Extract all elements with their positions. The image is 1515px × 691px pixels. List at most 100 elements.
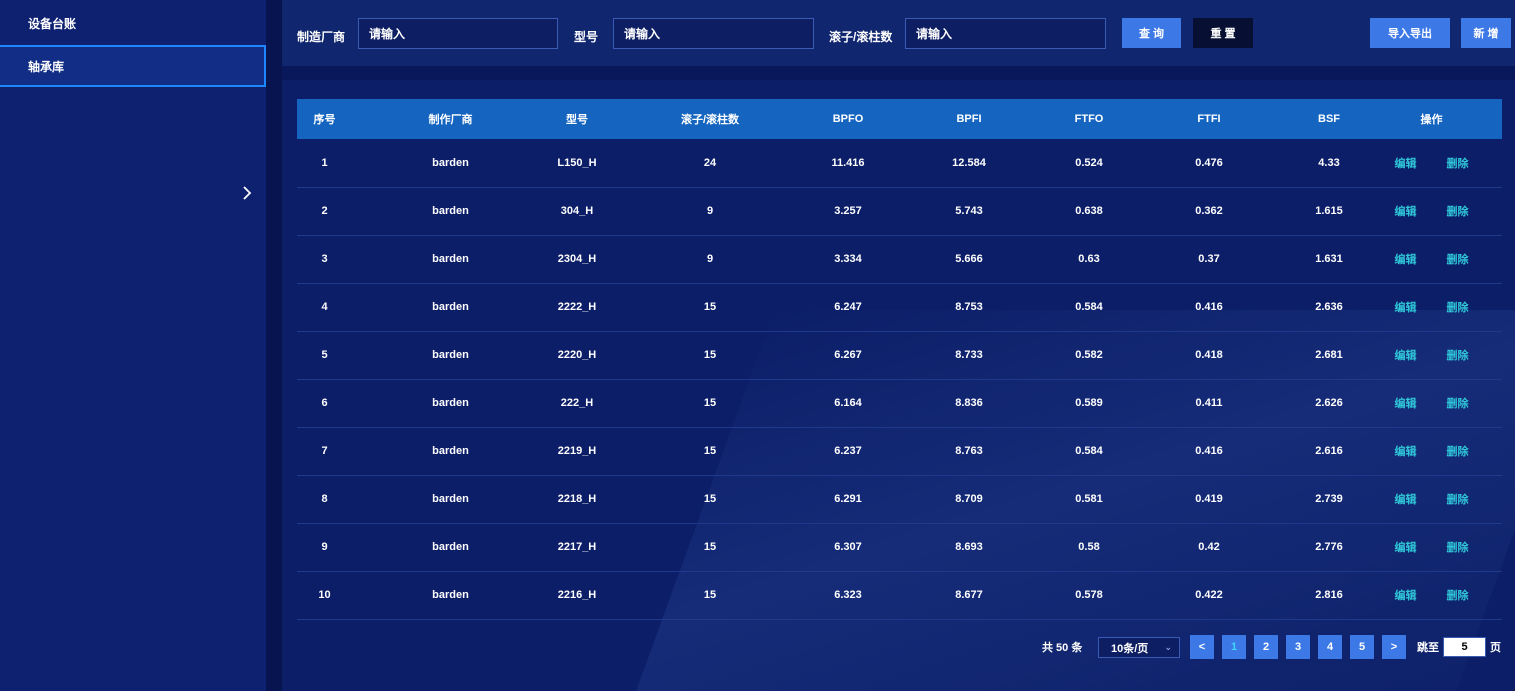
edit-button[interactable]: 编辑	[1395, 587, 1417, 603]
edit-button[interactable]: 编辑	[1395, 299, 1417, 315]
chevron-right-icon[interactable]	[238, 182, 256, 204]
table-row: 10 barden 2216_H 15 6.323 8.677 0.578 0.422 2.81…	[297, 571, 1502, 619]
table-cell: 0.416	[1195, 301, 1223, 313]
table-cell: barden	[432, 156, 469, 169]
sidebar-item-equipment-ledger[interactable]: 设备台账	[0, 2, 266, 44]
edit-button[interactable]: 编辑	[1395, 395, 1417, 411]
table-cell: 0.419	[1195, 493, 1223, 505]
edit-button[interactable]: 编辑	[1395, 155, 1417, 171]
table-row: 8 barden 2218_H 15 6.291 8.709 0.581 0.419 2.739…	[297, 475, 1502, 523]
query-button[interactable]: 查 询	[1122, 18, 1181, 48]
table-cell: 9	[321, 541, 328, 553]
delete-button[interactable]: 删除	[1447, 395, 1469, 411]
delete-button[interactable]: 删除	[1447, 299, 1469, 315]
table-cell: 0.584	[1075, 445, 1103, 457]
table-cell: 1.631	[1315, 253, 1343, 265]
table-cell: 9	[706, 253, 714, 265]
edit-button[interactable]: 编辑	[1395, 203, 1417, 219]
edit-button[interactable]: 编辑	[1395, 347, 1417, 363]
table-cell: 0.418	[1195, 349, 1223, 361]
page-button-3[interactable]: 3	[1286, 635, 1310, 659]
table-cell: 2.739	[1315, 493, 1343, 505]
column-header: 滚子/滚柱数	[680, 114, 740, 126]
table-cell: 6	[321, 397, 328, 409]
table-cell: 3.257	[834, 205, 862, 217]
table-cell: 2.681	[1315, 349, 1343, 361]
table-cell: 2220_H	[557, 349, 597, 361]
column-header: 制作厂商	[428, 114, 473, 126]
table-cell: 2.816	[1315, 589, 1343, 601]
model-input[interactable]	[613, 18, 814, 49]
table-cell: 0.476	[1195, 156, 1223, 169]
edit-button[interactable]: 编辑	[1395, 539, 1417, 555]
page-button-1[interactable]: 1	[1222, 635, 1246, 659]
sidebar: 设备台账 轴承库	[0, 0, 266, 691]
table-cell: 15	[703, 541, 717, 553]
row-actions: 编辑 删除	[1361, 283, 1502, 331]
table-cell: 12.584	[952, 156, 986, 169]
table-cell: barden	[432, 589, 469, 601]
column-header: FTFI	[1197, 113, 1221, 125]
table-cell: 1	[321, 156, 328, 169]
delete-button[interactable]: 删除	[1447, 539, 1469, 555]
table-cell: 6.323	[834, 589, 862, 601]
table-cell: 4	[321, 301, 328, 313]
main-content: 序号 制作厂商 型号 滚子/滚柱数 BPFO BPFI FTFO FTFI BS…	[282, 80, 1515, 691]
jump-page-input[interactable]	[1443, 637, 1486, 657]
rollers-label: 滚子/滚柱数	[829, 30, 893, 44]
manufacturer-input[interactable]	[358, 18, 558, 49]
column-header: BSF	[1318, 113, 1340, 125]
table-cell: 3.334	[834, 253, 862, 265]
prev-page-button[interactable]: <	[1190, 635, 1214, 659]
table-cell: 3	[321, 253, 328, 265]
reset-button[interactable]: 重 置	[1193, 18, 1253, 48]
delete-button[interactable]: 删除	[1447, 347, 1469, 363]
table-row: 4 barden 2222_H 15 6.247 8.753 0.584 0.416 2.636…	[297, 283, 1502, 331]
table-cell: barden	[432, 541, 469, 553]
column-header: 操作	[1420, 114, 1443, 126]
edit-button[interactable]: 编辑	[1395, 251, 1417, 267]
table-cell: 0.422	[1195, 589, 1223, 601]
page-size-select[interactable]: 10条/页 ⌄	[1098, 637, 1180, 658]
table-cell: 15	[703, 349, 717, 361]
next-page-button[interactable]: >	[1382, 635, 1406, 659]
delete-button[interactable]: 删除	[1447, 491, 1469, 507]
table-cell: 7	[321, 445, 328, 457]
table-cell: 8.693	[955, 541, 983, 553]
table-cell: 5.666	[955, 253, 983, 265]
table-cell: 2.626	[1315, 397, 1343, 409]
delete-button[interactable]: 删除	[1447, 251, 1469, 267]
table-cell: barden	[432, 349, 469, 361]
row-actions: 编辑 删除	[1361, 427, 1502, 475]
table-cell: 0.584	[1075, 301, 1103, 313]
jump-label: 跳至	[1417, 642, 1439, 654]
table-cell: 11.416	[831, 156, 865, 169]
table-cell: 5	[321, 349, 328, 361]
delete-button[interactable]: 删除	[1447, 155, 1469, 171]
import-export-button[interactable]: 导入导出	[1370, 18, 1450, 48]
page-button-2[interactable]: 2	[1254, 635, 1278, 659]
table-cell: 0.63	[1078, 253, 1100, 265]
table-cell: 0.524	[1075, 156, 1103, 169]
table-cell: 1.615	[1315, 205, 1343, 217]
sidebar-item-bearing-library[interactable]: 轴承库	[0, 45, 266, 87]
delete-button[interactable]: 删除	[1447, 587, 1469, 603]
delete-button[interactable]: 删除	[1447, 203, 1469, 219]
divider	[266, 0, 282, 691]
page-size-value: 10条/页	[1111, 642, 1149, 655]
table-cell: 9	[706, 205, 714, 217]
table-cell: 0.416	[1195, 445, 1223, 457]
delete-button[interactable]: 删除	[1447, 443, 1469, 459]
table-cell: 0.589	[1075, 397, 1103, 409]
page-button-4[interactable]: 4	[1318, 635, 1342, 659]
table-cell: 8	[321, 493, 328, 505]
table-cell: 2216_H	[557, 589, 597, 601]
table-cell: 8.763	[955, 445, 983, 457]
rollers-input[interactable]	[905, 18, 1106, 49]
edit-button[interactable]: 编辑	[1395, 491, 1417, 507]
page-button-5[interactable]: 5	[1350, 635, 1374, 659]
edit-button[interactable]: 编辑	[1395, 443, 1417, 459]
table-row: 1 barden L150_H 24 11.416 12.584 0.524 0.476 4.3…	[297, 139, 1502, 187]
table-cell: 15	[703, 589, 717, 601]
add-button[interactable]: 新 增	[1461, 18, 1511, 48]
